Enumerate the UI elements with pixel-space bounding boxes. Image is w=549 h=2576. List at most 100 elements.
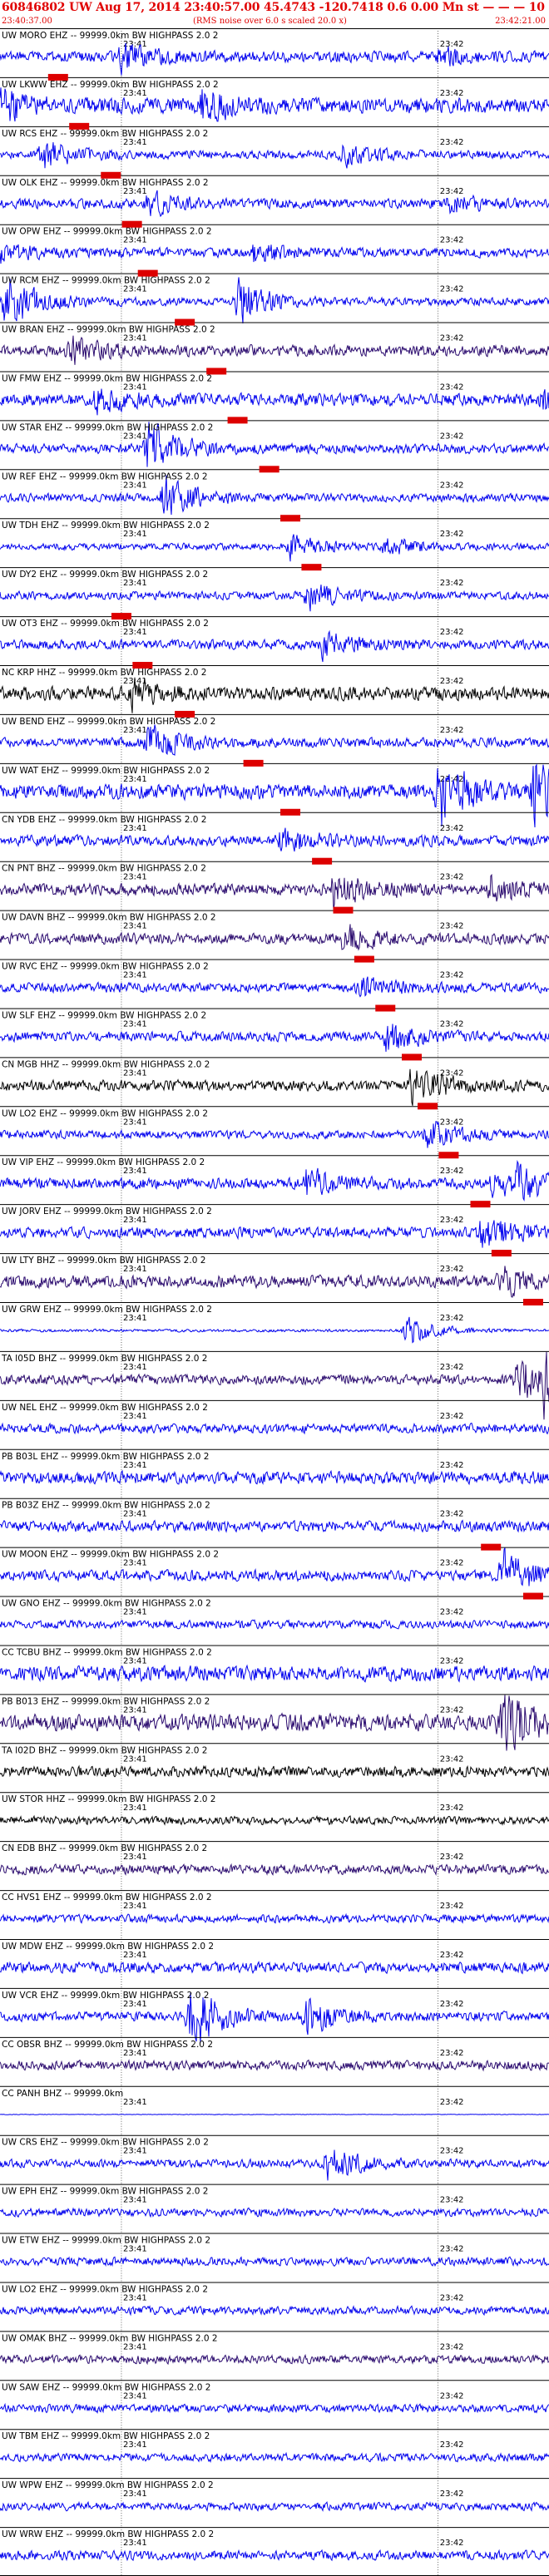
p-pick-marker [375, 1004, 396, 1012]
tick-label: 23:41 [123, 1068, 147, 1078]
trace-39: 23:41 23:42 CC HVS1 EHZ -- 99999.0km BW HI… [0, 1890, 549, 1939]
trace-27: 23:41 23:42 UW GRW EHZ -- 99999.0km BW HIG… [0, 1299, 549, 1351]
waveform [0, 629, 549, 663]
tick-label: 23:42 [440, 971, 464, 980]
tick-label: 23:41 [123, 89, 147, 98]
station-label: UW OT3 EHZ -- 99999.0km BW HIGHPASS 2.0 … [2, 619, 209, 629]
waveform [0, 1121, 549, 1148]
trace-5: 23:41 23:42 UW OPW EHZ -- 99999.0km BW HIG… [0, 220, 549, 274]
waveform [0, 534, 549, 562]
tick-label: 23:41 [123, 2098, 147, 2107]
trace-51: 23:41 23:42 UW WPW EHZ -- 99999.0km BW HIG… [0, 2478, 549, 2528]
tick-label: 23:42 [440, 1656, 464, 1666]
tick-label: 23:42 [440, 1167, 464, 1176]
tick-label: 23:41 [123, 2147, 147, 2156]
waveform [0, 1068, 549, 1106]
station-label: UW RCS EHZ -- 99999.0km BW HIGHPASS 2.0 … [2, 129, 208, 139]
tick-label: 23:41 [123, 1608, 147, 1617]
waveform [0, 1316, 549, 1344]
station-label: UW TBM EHZ -- 99999.0km BW HIGHPASS 2.0 … [2, 2431, 210, 2441]
waveform [0, 2402, 549, 2414]
station-label: UW ETW EHZ -- 99999.0km BW HIGHPASS 2.0 … [2, 2236, 210, 2246]
waveform [0, 1912, 549, 1924]
p-pick-marker [354, 955, 374, 963]
tick-label: 23:42 [440, 1951, 464, 1960]
station-label: CN YDB EHZ -- 99999.0km BW HIGHPASS 2.0 … [2, 815, 206, 825]
trace-42: 23:41 23:42 CC OBSR BHZ -- 99999.0km BW HI… [0, 2036, 549, 2086]
p-pick-marker [333, 906, 354, 914]
noise-note: (RMS noise over 6.0 s scaled 20.0 x) [193, 17, 347, 26]
tick-label: 23:41 [123, 775, 147, 784]
trace-34: 23:41 23:42 CC TCBU BHZ -- 99999.0km BW HI… [0, 1645, 549, 1695]
station-label: UW TDH EHZ -- 99999.0km BW HIGHPASS 2.0 … [2, 521, 210, 530]
trace-45: 23:41 23:42 UW EPH EHZ -- 99999.0km BW HIG… [0, 2184, 549, 2233]
tick-label: 23:42 [440, 285, 464, 294]
station-label: UW GRW EHZ -- 99999.0km BW HIGHPASS 2.0 … [2, 1305, 212, 1315]
trace-7: 23:41 23:42 UW BRAN EHZ -- 99999.0km BW HI… [0, 318, 549, 372]
station-label: CN EDB BHZ -- 99999.0km BW HIGHPASS 2.0 … [2, 1843, 207, 1853]
waveform [0, 2451, 549, 2463]
trace-8: 23:41 23:42 UW FMW EHZ -- 99999.0km BW HIG… [0, 368, 549, 421]
tick-label: 23:42 [440, 1216, 464, 1225]
tick-label: 23:41 [123, 1656, 147, 1666]
p-pick-marker [47, 73, 68, 81]
p-pick-marker [402, 1054, 422, 1061]
p-pick-marker [206, 368, 227, 375]
station-label: CC OBSR BHZ -- 99999.0km BW HIGHPASS 2.0… [2, 2040, 213, 2050]
station-label: UW LO2 EHZ -- 99999.0km BW HIGHPASS 2.0 … [2, 1108, 208, 1118]
p-pick-marker [243, 759, 264, 767]
waveform [0, 388, 549, 416]
station-label: UW RVC EHZ -- 99999.0km BW HIGHPASS 2.0 … [2, 962, 209, 972]
tick-label: 23:42 [440, 187, 464, 196]
station-label: CC TCBU BHZ -- 99999.0km BW HIGHPASS 2.0… [2, 1647, 212, 1657]
station-label: UW LKWW EHZ -- 99999.0km BW HIGHPASS 2.0… [2, 80, 219, 90]
tick-label: 23:41 [123, 187, 147, 196]
station-label: UW LO2 EHZ -- 99999.0km BW HIGHPASS 2.0 … [2, 2284, 208, 2294]
station-label: UW OPW EHZ -- 99999.0km BW HIGHPASS 2.0 … [2, 227, 212, 237]
station-label: UW STAR EHZ -- 99999.0km BW HIGHPASS 2.0… [2, 422, 213, 432]
trace-48: 23:41 23:42 UW OMAK BHZ -- 99999.0km BW HI… [0, 2331, 549, 2381]
trace-24: 23:41 23:42 UW VIP EHZ -- 99999.0km BW HIG… [0, 1152, 549, 1205]
waveform [0, 2549, 549, 2562]
tick-label: 23:41 [123, 922, 147, 931]
trace-36: 23:41 23:42 TA I02D BHZ -- 99999.0km BW HI… [0, 1743, 549, 1793]
start-time: 23:40:37.00 [2, 17, 52, 26]
p-pick-marker [101, 171, 121, 179]
tick-label: 23:42 [440, 2342, 464, 2351]
tick-label: 23:41 [123, 2000, 147, 2009]
tick-label: 23:41 [123, 2293, 147, 2302]
p-pick-marker [312, 857, 333, 865]
tick-label: 23:41 [123, 1559, 147, 1568]
trace-23: 23:41 23:42 UW LO2 EHZ -- 99999.0km BW HIG… [0, 1103, 549, 1156]
station-label: UW EPH EHZ -- 99999.0km BW HIGHPASS 2.0 … [2, 2187, 208, 2197]
waveform [0, 1619, 549, 1630]
tick-label: 23:41 [123, 1167, 147, 1176]
tick-label: 23:42 [440, 824, 464, 833]
tick-label: 23:41 [123, 1951, 147, 1960]
station-label: UW STOR HHZ -- 99999.0km BW HIGHPASS 2.0… [2, 1794, 216, 1804]
tick-label: 23:42 [440, 40, 464, 49]
trace-15: 23:41 23:42 UW BEND EHZ -- 99999.0km BW HI… [0, 710, 549, 763]
trace-29: 23:41 23:42 UW NEL EHZ -- 99999.0km BW HIG… [0, 1399, 549, 1449]
p-pick-marker [522, 1299, 543, 1305]
tick-label: 23:42 [440, 1804, 464, 1813]
trace-31: 23:41 23:42 PB B03Z EHZ -- 99999.0km BW HI… [0, 1498, 549, 1547]
tick-label: 23:42 [440, 1118, 464, 1127]
station-label: UW MDW EHZ -- 99999.0km BW HIGHPASS 2.0 … [2, 1942, 214, 1952]
station-label: PB B03Z EHZ -- 99999.0km BW HIGHPASS 2.0… [2, 1501, 210, 1511]
tick-label: 23:41 [123, 1853, 147, 1862]
station-label: UW SAW EHZ -- 99999.0km BW HIGHPASS 2.0 … [2, 2382, 210, 2392]
tick-label: 23:42 [440, 2440, 464, 2450]
station-label: UW BEND EHZ -- 99999.0km BW HIGHPASS 2.0… [2, 717, 215, 727]
trace-22: 23:41 23:42 CN MGB HHZ -- 99999.0km BW HIG… [0, 1054, 549, 1107]
station-label: UW RCM EHZ -- 99999.0km BW HIGHPASS 2.0 … [2, 276, 210, 286]
trace-38: 23:41 23:42 CN EDB BHZ -- 99999.0km BW HIG… [0, 1841, 549, 1891]
p-pick-marker [175, 710, 195, 718]
station-label: UW WRW EHZ -- 99999.0km BW HIGHPASS 2.0 … [2, 2529, 214, 2539]
trace-11: 23:41 23:42 UW TDH EHZ -- 99999.0km BW HIG… [0, 515, 549, 568]
trace-33: 23:41 23:42 UW GNO EHZ -- 99999.0km BW HIG… [0, 1592, 549, 1646]
station-label: CN MGB HHZ -- 99999.0km BW HIGHPASS 2.0 … [2, 1059, 210, 1069]
tick-label: 23:41 [123, 1902, 147, 1911]
waveform [0, 1469, 549, 1486]
tick-label: 23:41 [123, 530, 147, 539]
